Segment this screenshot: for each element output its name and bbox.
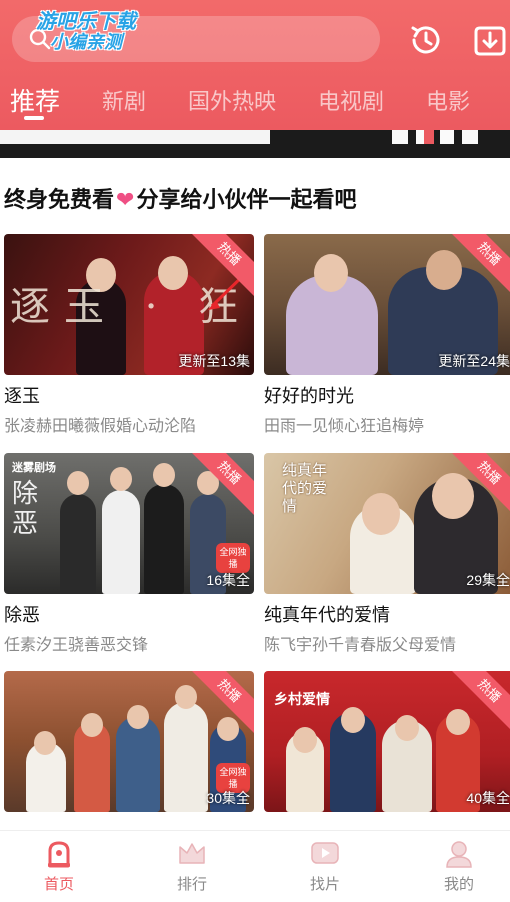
nav-discover-label: 找片 <box>309 876 340 893</box>
drama-description: 任素汐王骁善恶交锋 <box>4 637 149 654</box>
poster-title: 乡村爱情 <box>274 691 330 707</box>
episode-status: 29集全 <box>466 572 510 588</box>
poster-thumbnail: 全网独播 热播 30集全 <box>4 671 254 812</box>
category-tabs: 推荐 新剧 国外热映 电视剧 电影 <box>0 80 510 124</box>
history-icon[interactable] <box>408 22 444 58</box>
drama-card[interactable]: 热播 更新至24集 好好的时光 田雨一见倾心狂追梅婷 <box>264 234 510 435</box>
nav-ranking[interactable]: 排行 <box>157 839 227 899</box>
tab-foreign-hits[interactable]: 国外热映 <box>188 84 276 116</box>
poster-thumbnail: 迷雾剧场 除恶 全网独播 热播 16集全 <box>4 453 254 594</box>
user-icon <box>446 841 472 868</box>
drama-card[interactable]: 迷雾剧场 除恶 全网独播 热播 16集全 除恶 任素汐王骁善恶交锋 <box>4 453 254 654</box>
section-title-right: 分享给小伙伴一起看吧 <box>136 187 357 212</box>
tab-tv-series[interactable]: 电视剧 <box>318 84 384 116</box>
heart-icon: ❤ <box>116 187 135 212</box>
nav-home-label: 首页 <box>43 876 74 893</box>
poster-title: 除恶 <box>12 479 39 539</box>
section-title-left: 终身免费看 <box>4 187 115 212</box>
episode-status: 40集全 <box>466 790 510 806</box>
bottom-navigation: 首页 排行 找片 我的 <box>0 830 510 902</box>
poster-thumbnail: 纯真年代的爱情 热播 29集全 <box>264 453 510 594</box>
drama-card[interactable]: 逐玉 · 狂 · 看 · 劫 热播 更新至13集 逐玉 张凌赫田曦薇假婚心动沦陷 <box>4 234 254 435</box>
drama-card[interactable]: 纯真年代的爱情 热播 29集全 纯真年代的爱情 陈飞宇孙千青春版父母爱情 <box>264 453 510 654</box>
active-tab-indicator <box>24 116 44 120</box>
play-icon <box>311 842 339 864</box>
banner-carousel-edge[interactable] <box>0 130 510 158</box>
poster-title: 纯真年代的爱情 <box>282 461 328 515</box>
nav-discover[interactable]: 找片 <box>290 839 360 899</box>
drama-card[interactable]: 乡村爱情 热播 40集全 <box>264 671 510 812</box>
top-header: 游吧乐下载 小编亲测 山与海 推荐 新剧 国外热映 电视剧 电影 <box>0 0 510 130</box>
crown-icon <box>179 843 205 864</box>
watermark-logo: 游吧乐下载 小编亲测 <box>16 10 156 54</box>
drama-title: 好好的时光 <box>264 386 354 406</box>
section-title: 终身免费看❤分享给小伙伴一起看吧 <box>4 182 356 214</box>
home-icon <box>48 841 70 868</box>
watermark-line1: 游吧乐下载 <box>36 9 136 33</box>
nav-home[interactable]: 首页 <box>24 839 94 899</box>
drama-title: 纯真年代的爱情 <box>264 605 390 625</box>
episode-status: 更新至13集 <box>178 353 250 369</box>
nav-profile[interactable]: 我的 <box>424 839 494 899</box>
drama-description: 田雨一见倾心狂追梅婷 <box>264 418 425 435</box>
episode-status: 30集全 <box>206 790 250 806</box>
nav-ranking-label: 排行 <box>176 876 207 893</box>
poster-thumbnail: 乡村爱情 热播 40集全 <box>264 671 510 812</box>
nav-profile-label: 我的 <box>443 876 474 893</box>
tab-new-drama[interactable]: 新剧 <box>102 84 146 116</box>
poster-label: 迷雾剧场 <box>12 462 56 474</box>
drama-card[interactable]: 全网独播 热播 30集全 <box>4 671 254 812</box>
poster-thumbnail: 热播 更新至24集 <box>264 234 510 375</box>
download-icon[interactable] <box>472 22 508 58</box>
episode-status: 16集全 <box>206 572 250 588</box>
drama-description: 陈飞宇孙千青春版父母爱情 <box>264 637 457 654</box>
exclusive-badge: 全网独播 <box>216 543 250 573</box>
poster-thumbnail: 逐玉 · 狂 · 看 · 劫 热播 更新至13集 <box>4 234 254 375</box>
tab-recommend[interactable]: 推荐 <box>10 82 60 118</box>
episode-status: 更新至24集 <box>438 353 510 369</box>
drama-title: 逐玉 <box>4 386 40 406</box>
drama-title: 除恶 <box>4 605 40 625</box>
watermark-line2: 小编亲测 <box>50 32 122 53</box>
tab-movies[interactable]: 电影 <box>426 84 470 116</box>
drama-description: 张凌赫田曦薇假婚心动沦陷 <box>4 418 197 435</box>
